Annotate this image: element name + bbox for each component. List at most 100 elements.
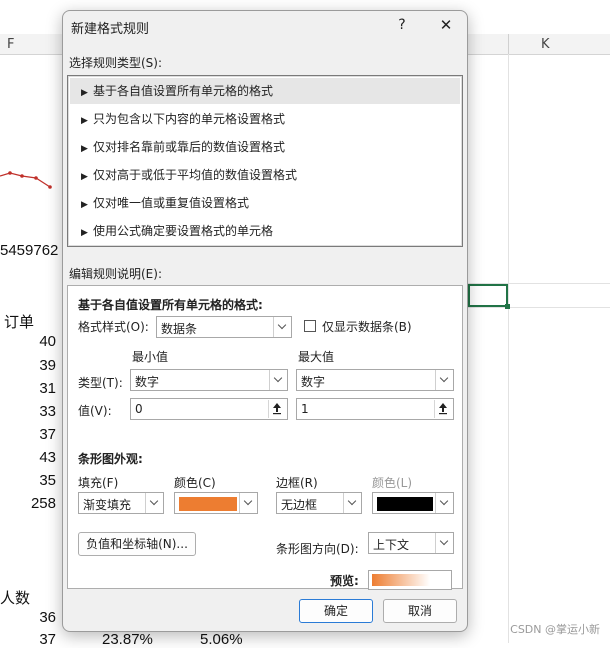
fill-type-select[interactable]: 渐变填充 — [78, 492, 164, 514]
new-format-rule-dialog: 新建格式规则 ? ✕ 选择规则类型(S): ▶ 基于各自值设置所有单元格的格式 ▶… — [62, 10, 468, 632]
rule-description-panel: 基于各自值设置所有单元格的格式: 格式样式(O): 数据条 仅显示数据条(B) … — [67, 285, 463, 590]
rule-type-label: 使用公式确定要设置格式的单元格 — [93, 224, 274, 238]
rule-type-item-formula[interactable]: ▶ 使用公式确定要设置格式的单元格 — [70, 218, 460, 244]
format-style-label: 格式样式(O): — [78, 320, 149, 334]
triangle-right-icon: ▶ — [81, 116, 88, 126]
fill-type-value: 渐变填充 — [83, 498, 132, 512]
border-label: 边框(R) — [276, 476, 318, 490]
preview-data-bar — [372, 574, 430, 586]
chevron-down-icon — [239, 493, 257, 513]
rule-type-item-contains[interactable]: ▶ 只为包含以下内容的单元格设置格式 — [70, 106, 460, 132]
rule-type-label: 只为包含以下内容的单元格设置格式 — [93, 112, 286, 126]
section-title: 基于各自值设置所有单元格的格式: — [78, 298, 263, 312]
rule-type-list[interactable]: ▶ 基于各自值设置所有单元格的格式 ▶ 只为包含以下内容的单元格设置格式 ▶ 仅对排名… — [67, 75, 463, 247]
dialog-title: 新建格式规则 — [71, 22, 150, 37]
column-header-f-label: F — [7, 37, 15, 52]
upload-arrow-icon[interactable] — [268, 400, 286, 418]
bar-appearance-label: 条形图外观: — [78, 452, 143, 466]
rule-type-label: 仅对排名靠前或靠后的数值设置格式 — [93, 140, 286, 154]
upload-arrow-icon[interactable] — [434, 400, 452, 418]
border-color-label: 颜色(L) — [372, 476, 413, 490]
min-type-select[interactable]: 数字 — [130, 369, 288, 391]
column-divider — [508, 34, 509, 54]
type-label: 类型(T): — [78, 376, 123, 390]
grid-line — [468, 307, 610, 308]
rule-type-item-unique-duplicate[interactable]: ▶ 仅对唯一值或重复值设置格式 — [70, 190, 460, 216]
rule-type-item-each-value[interactable]: ▶ 基于各自值设置所有单元格的格式 — [70, 78, 460, 104]
close-icon[interactable]: ✕ — [435, 14, 457, 36]
bar-direction-label: 条形图方向(D): — [276, 542, 359, 556]
triangle-right-icon: ▶ — [81, 228, 88, 238]
column-header-k-label: K — [541, 37, 550, 52]
chevron-down-icon — [435, 370, 453, 390]
fill-color-picker[interactable] — [174, 492, 258, 514]
chevron-down-icon — [145, 493, 163, 513]
cell-value[interactable]: 258 — [0, 495, 56, 512]
title-bar[interactable]: 新建格式规则 ? ✕ — [63, 11, 467, 41]
watermark: CSDN @掌运小新 — [510, 623, 600, 636]
max-value: 1 — [301, 402, 309, 416]
fill-color-swatch — [179, 497, 237, 511]
bar-direction-value: 上下文 — [373, 538, 410, 552]
chevron-down-icon — [435, 493, 453, 513]
fill-color-label: 颜色(C) — [174, 476, 216, 490]
rule-type-label: 仅对高于或低于平均值的数值设置格式 — [93, 168, 298, 182]
border-color-swatch — [377, 497, 433, 511]
format-style-value: 数据条 — [161, 322, 198, 336]
grid-line — [508, 54, 509, 643]
chevron-down-icon — [269, 370, 287, 390]
negative-value-axis-button[interactable]: 负值和坐标轴(N)... — [78, 532, 196, 556]
show-bar-only-checkbox[interactable] — [304, 320, 316, 332]
cell-value[interactable]: 5459762 — [0, 242, 58, 259]
column-header-k[interactable] — [468, 34, 610, 55]
min-value-input[interactable]: 0 — [130, 398, 288, 420]
chevron-down-icon — [343, 493, 361, 513]
preview-box — [368, 570, 452, 590]
help-button[interactable]: ? — [391, 14, 413, 36]
max-value-input[interactable]: 1 — [296, 398, 454, 420]
max-label: 最大值 — [298, 350, 335, 364]
cell-value[interactable]: 33 — [0, 403, 56, 420]
cell-value[interactable]: 40 — [0, 333, 56, 350]
cell-header[interactable]: 人数 — [0, 587, 30, 608]
line-chart-fragment — [0, 171, 52, 189]
show-bar-only-label: 仅显示数据条(B) — [322, 320, 412, 334]
cell-value[interactable]: 31 — [0, 380, 56, 397]
cell-value[interactable]: 43 — [0, 449, 56, 466]
chevron-down-icon — [273, 317, 291, 337]
min-type-value: 数字 — [135, 375, 160, 389]
triangle-right-icon: ▶ — [81, 88, 88, 98]
cell-value[interactable]: 37 — [0, 631, 56, 648]
cell-value[interactable]: 35 — [0, 472, 56, 489]
bar-direction-select[interactable]: 上下文 — [368, 532, 454, 554]
cell-value[interactable]: 36 — [0, 609, 56, 626]
format-style-select[interactable]: 数据条 — [156, 316, 292, 338]
preview-label: 预览: — [330, 574, 359, 588]
max-type-value: 数字 — [301, 375, 326, 389]
cell-value[interactable]: 37 — [0, 426, 56, 443]
triangle-right-icon: ▶ — [81, 144, 88, 154]
fill-label: 填充(F) — [78, 476, 119, 490]
rule-type-label: 基于各自值设置所有单元格的格式 — [93, 84, 274, 98]
ok-button[interactable]: 确定 — [299, 599, 373, 623]
border-type-value: 无边框 — [281, 498, 318, 512]
cancel-button[interactable]: 取消 — [383, 599, 457, 623]
cell-value[interactable]: 39 — [0, 357, 56, 374]
max-type-select[interactable]: 数字 — [296, 369, 454, 391]
rule-type-item-average[interactable]: ▶ 仅对高于或低于平均值的数值设置格式 — [70, 162, 460, 188]
cell-value[interactable]: 23.87% — [102, 631, 153, 648]
cell-header[interactable]: 订单 — [4, 311, 34, 332]
edit-rule-label: 编辑规则说明(E): — [69, 267, 162, 281]
chevron-down-icon — [435, 533, 453, 553]
border-color-picker[interactable] — [372, 492, 454, 514]
cell-value[interactable]: 5.06% — [200, 631, 243, 648]
rule-type-label: 仅对唯一值或重复值设置格式 — [93, 196, 250, 210]
triangle-right-icon: ▶ — [81, 200, 88, 210]
min-label: 最小值 — [132, 350, 169, 364]
border-type-select[interactable]: 无边框 — [276, 492, 362, 514]
selected-cell[interactable] — [468, 284, 510, 309]
min-value: 0 — [135, 402, 143, 416]
rule-type-item-top-bottom[interactable]: ▶ 仅对排名靠前或靠后的数值设置格式 — [70, 134, 460, 160]
select-rule-type-label: 选择规则类型(S): — [69, 56, 163, 70]
value-label: 值(V): — [78, 404, 112, 418]
